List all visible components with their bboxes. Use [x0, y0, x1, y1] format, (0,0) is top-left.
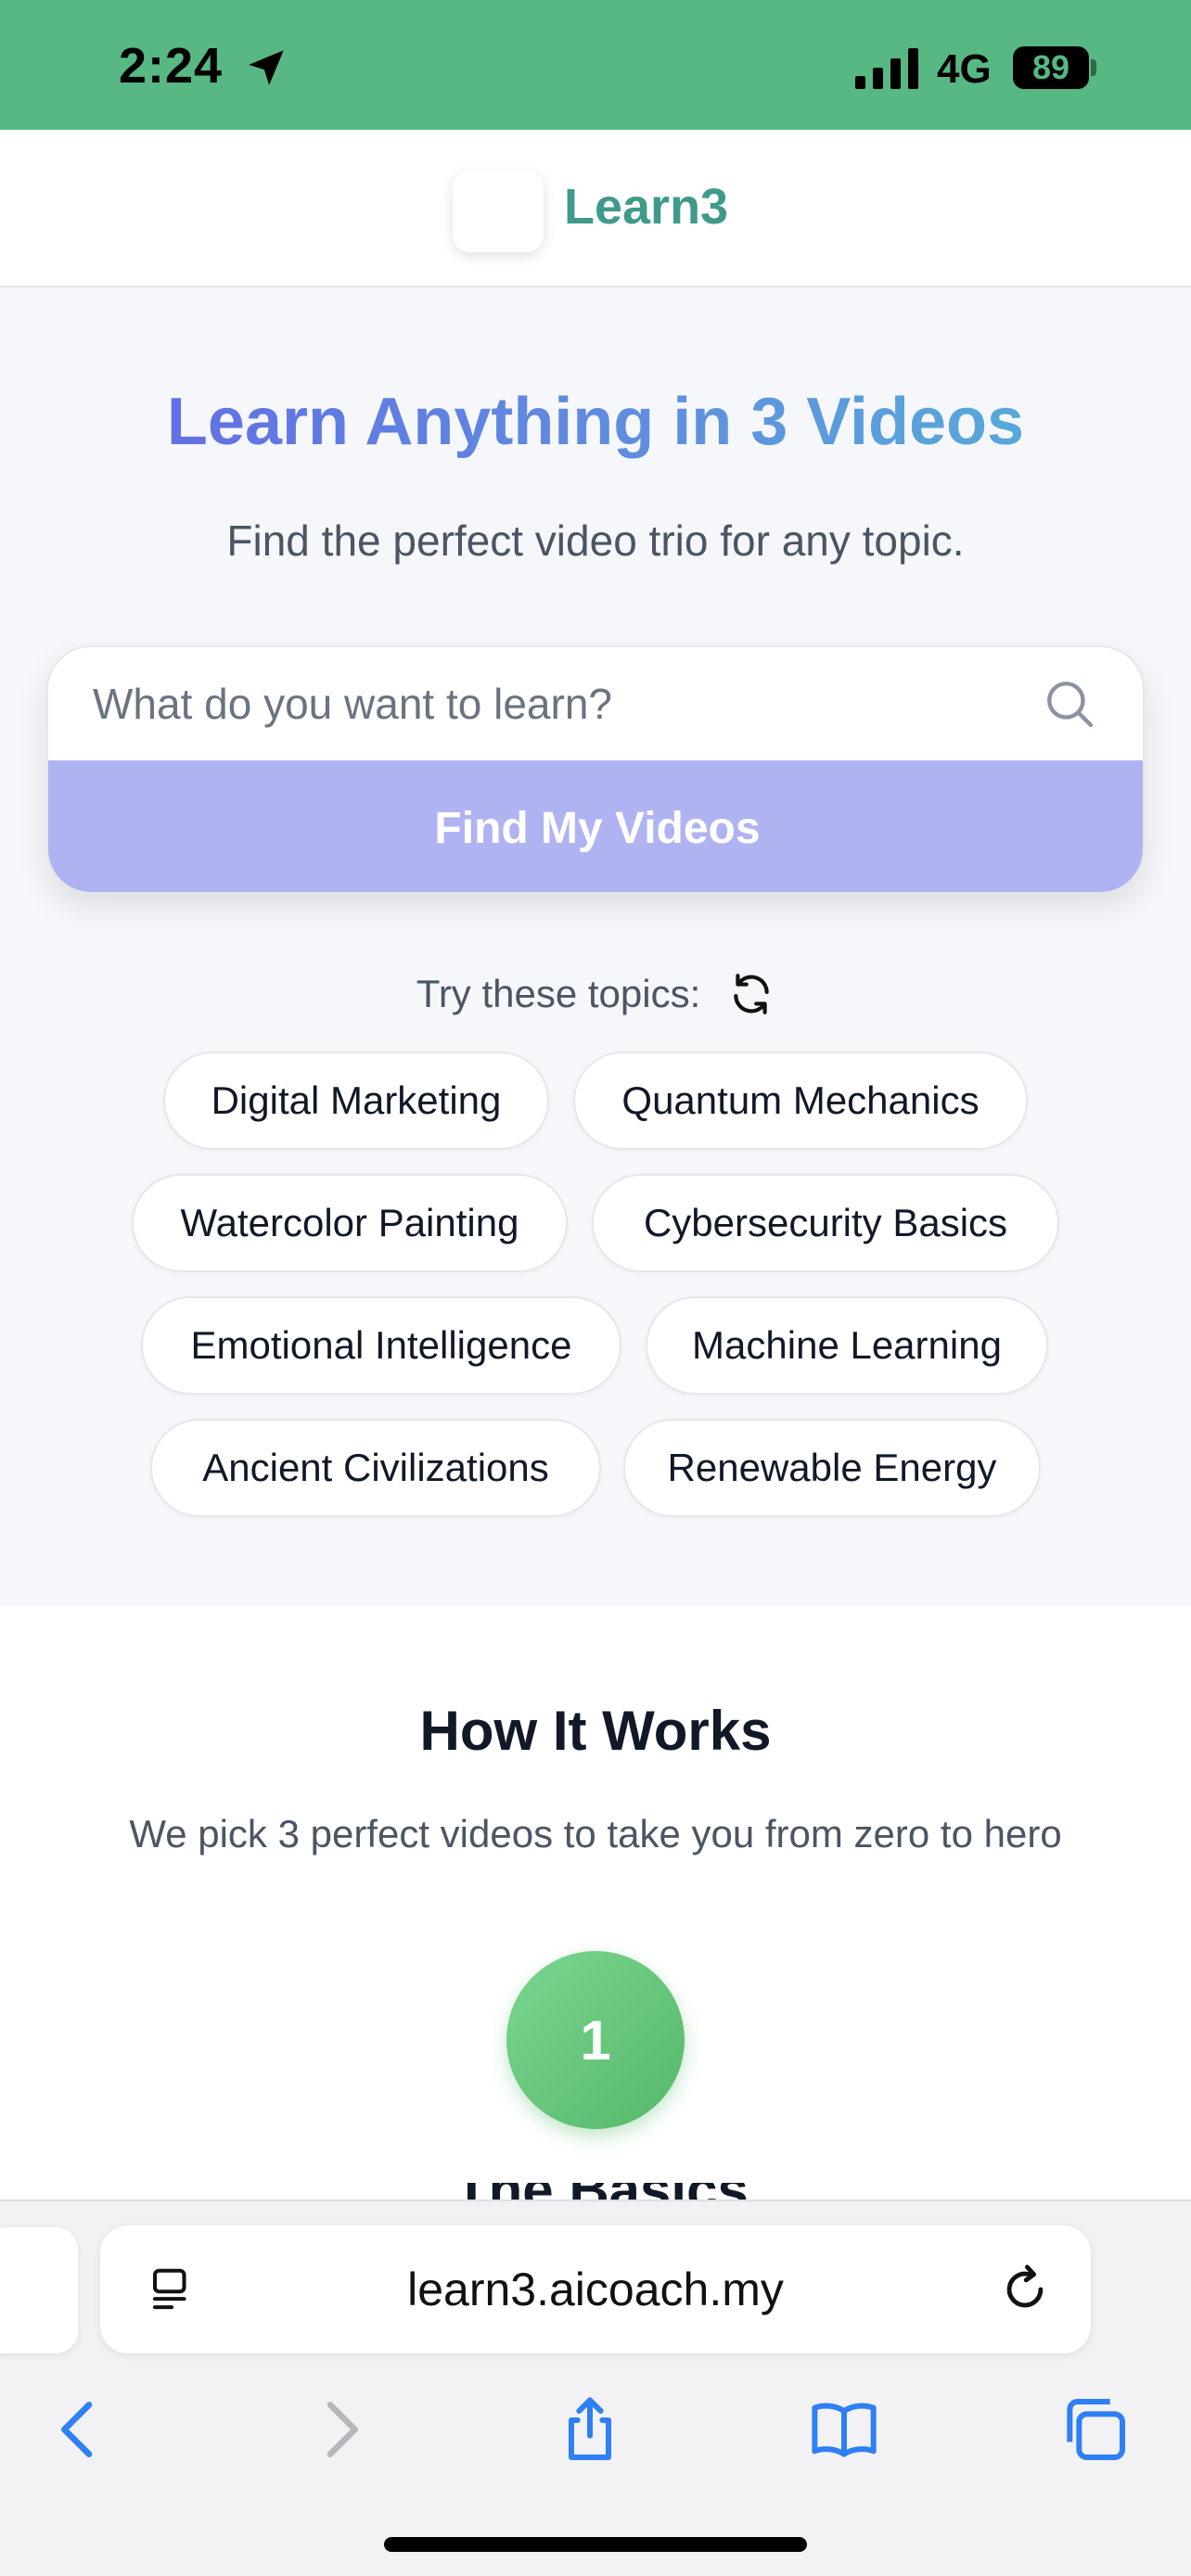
back-icon[interactable]: [43, 2392, 117, 2467]
try-topics-label: Try these topics:: [416, 972, 701, 1015]
topic-chip[interactable]: Cybersecurity Basics: [592, 1174, 1059, 1272]
how-it-works-title: How It Works: [419, 1700, 772, 1762]
search-icon[interactable]: [1043, 677, 1096, 731]
step-title: The Basics: [455, 2183, 749, 2201]
find-videos-button[interactable]: Find My Videos: [48, 760, 1143, 892]
share-icon[interactable]: [553, 2392, 627, 2467]
battery-level: 89: [1031, 48, 1070, 86]
network-type: 4G: [937, 46, 992, 92]
how-it-works-section: How It Works We pick 3 perfect videos to…: [0, 1606, 1191, 2201]
battery-tip: [1091, 59, 1096, 76]
site-header: Learn3: [0, 130, 1191, 287]
topic-chip[interactable]: Ancient Civilizations: [150, 1419, 601, 1517]
reload-icon[interactable]: [998, 2263, 1052, 2316]
how-it-works-subtitle: We pick 3 perfect videos to take you fro…: [129, 1812, 1062, 1855]
address-bar[interactable]: learn3.aicoach.my: [100, 2225, 1091, 2353]
bookmarks-icon[interactable]: [807, 2392, 881, 2467]
previous-tab-peek[interactable]: [0, 2227, 78, 2353]
forward-icon[interactable]: [302, 2392, 377, 2467]
topic-chip[interactable]: Digital Marketing: [163, 1052, 549, 1150]
topic-chip[interactable]: Machine Learning: [646, 1296, 1048, 1395]
hero-subtitle: Find the perfect video trio for any topi…: [226, 516, 965, 565]
topic-chip[interactable]: Renewable Energy: [623, 1419, 1041, 1517]
browser-toolbar: learn3.aicoach.my: [0, 2200, 1191, 2576]
status-bar: 2:24 4G 89: [0, 0, 1191, 130]
home-indicator: [384, 2537, 807, 2552]
location-arrow-icon: [249, 50, 284, 85]
search-input[interactable]: [48, 647, 1143, 760]
url-text[interactable]: learn3.aicoach.my: [100, 2225, 1091, 2353]
hero-section: Learn Anything in 3 Videos Find the perf…: [0, 289, 1191, 1606]
step-title-peek: The Basics: [455, 2183, 751, 2201]
hero-title: Learn Anything in 3 Videos: [0, 384, 1191, 460]
refresh-topics-icon[interactable]: [728, 971, 775, 1017]
topic-chip[interactable]: Emotional Intelligence: [141, 1296, 621, 1395]
logo-icon[interactable]: [453, 171, 544, 252]
cellular-signal-icon: [855, 48, 918, 89]
battery-icon: 89: [1013, 46, 1089, 89]
topic-chip[interactable]: Quantum Mechanics: [573, 1052, 1028, 1150]
step-number-badge: 1: [506, 1951, 685, 2129]
search-form: Find My Videos: [46, 645, 1145, 894]
status-time: 2:24: [119, 38, 224, 94]
try-topics-row: Try these topics:: [0, 957, 1191, 1031]
topic-chip[interactable]: Watercolor Painting: [132, 1174, 568, 1272]
tabs-icon[interactable]: [1057, 2392, 1132, 2467]
brand-name[interactable]: Learn3: [564, 178, 728, 236]
